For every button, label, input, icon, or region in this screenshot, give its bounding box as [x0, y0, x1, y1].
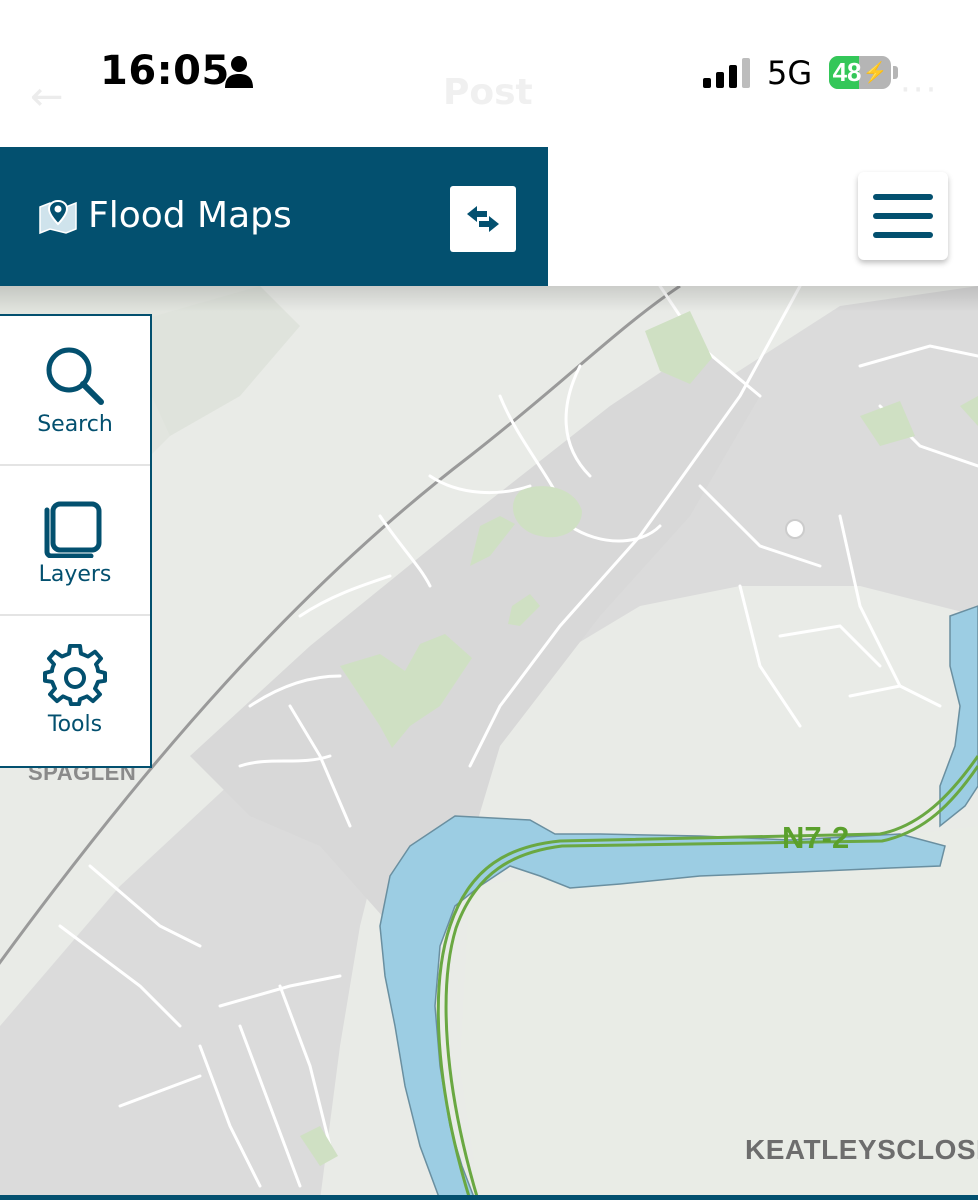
layers-icon	[44, 501, 102, 558]
gear-icon	[43, 644, 107, 707]
more-icon: ···	[900, 70, 939, 110]
back-arrow-icon: ←	[30, 74, 64, 120]
app-header: Flood Maps	[0, 147, 548, 286]
tool-panel: Search Layers Tools	[0, 314, 152, 768]
background-page-title: Post	[443, 72, 533, 113]
swap-arrows-icon	[467, 206, 499, 232]
road-label: N7-2	[782, 820, 850, 855]
tools-tool-label: Tools	[47, 712, 103, 737]
map-pin-icon	[39, 199, 77, 235]
tool-divider	[0, 464, 150, 466]
layers-tool-button[interactable]: Layers	[0, 494, 150, 587]
battery-nub	[893, 66, 898, 79]
signal-icon	[703, 58, 750, 88]
tool-divider	[0, 614, 150, 616]
status-bar: ← Post ··· 16:05 5G 48 ⚡	[0, 0, 978, 147]
hamburger-menu-button[interactable]	[858, 172, 948, 260]
layers-tool-label: Layers	[38, 562, 112, 587]
tools-tool-button[interactable]: Tools	[0, 644, 150, 737]
map-top-shadow	[0, 286, 978, 312]
person-icon	[225, 56, 253, 88]
search-icon	[46, 347, 104, 405]
hamburger-icon	[873, 194, 933, 238]
search-tool-label: Search	[37, 412, 113, 437]
swap-panel-button[interactable]	[450, 186, 516, 252]
bottom-border	[0, 1195, 978, 1200]
app-title: Flood Maps	[88, 195, 292, 236]
search-tool-button[interactable]: Search	[0, 344, 150, 437]
clock: 16:05	[100, 48, 230, 94]
map-place-label: KEATLEYSCLOSE	[745, 1134, 978, 1165]
network-type: 5G	[767, 54, 813, 92]
battery-level: 48 ⚡	[832, 57, 888, 87]
battery-icon: 48 ⚡	[829, 56, 891, 89]
